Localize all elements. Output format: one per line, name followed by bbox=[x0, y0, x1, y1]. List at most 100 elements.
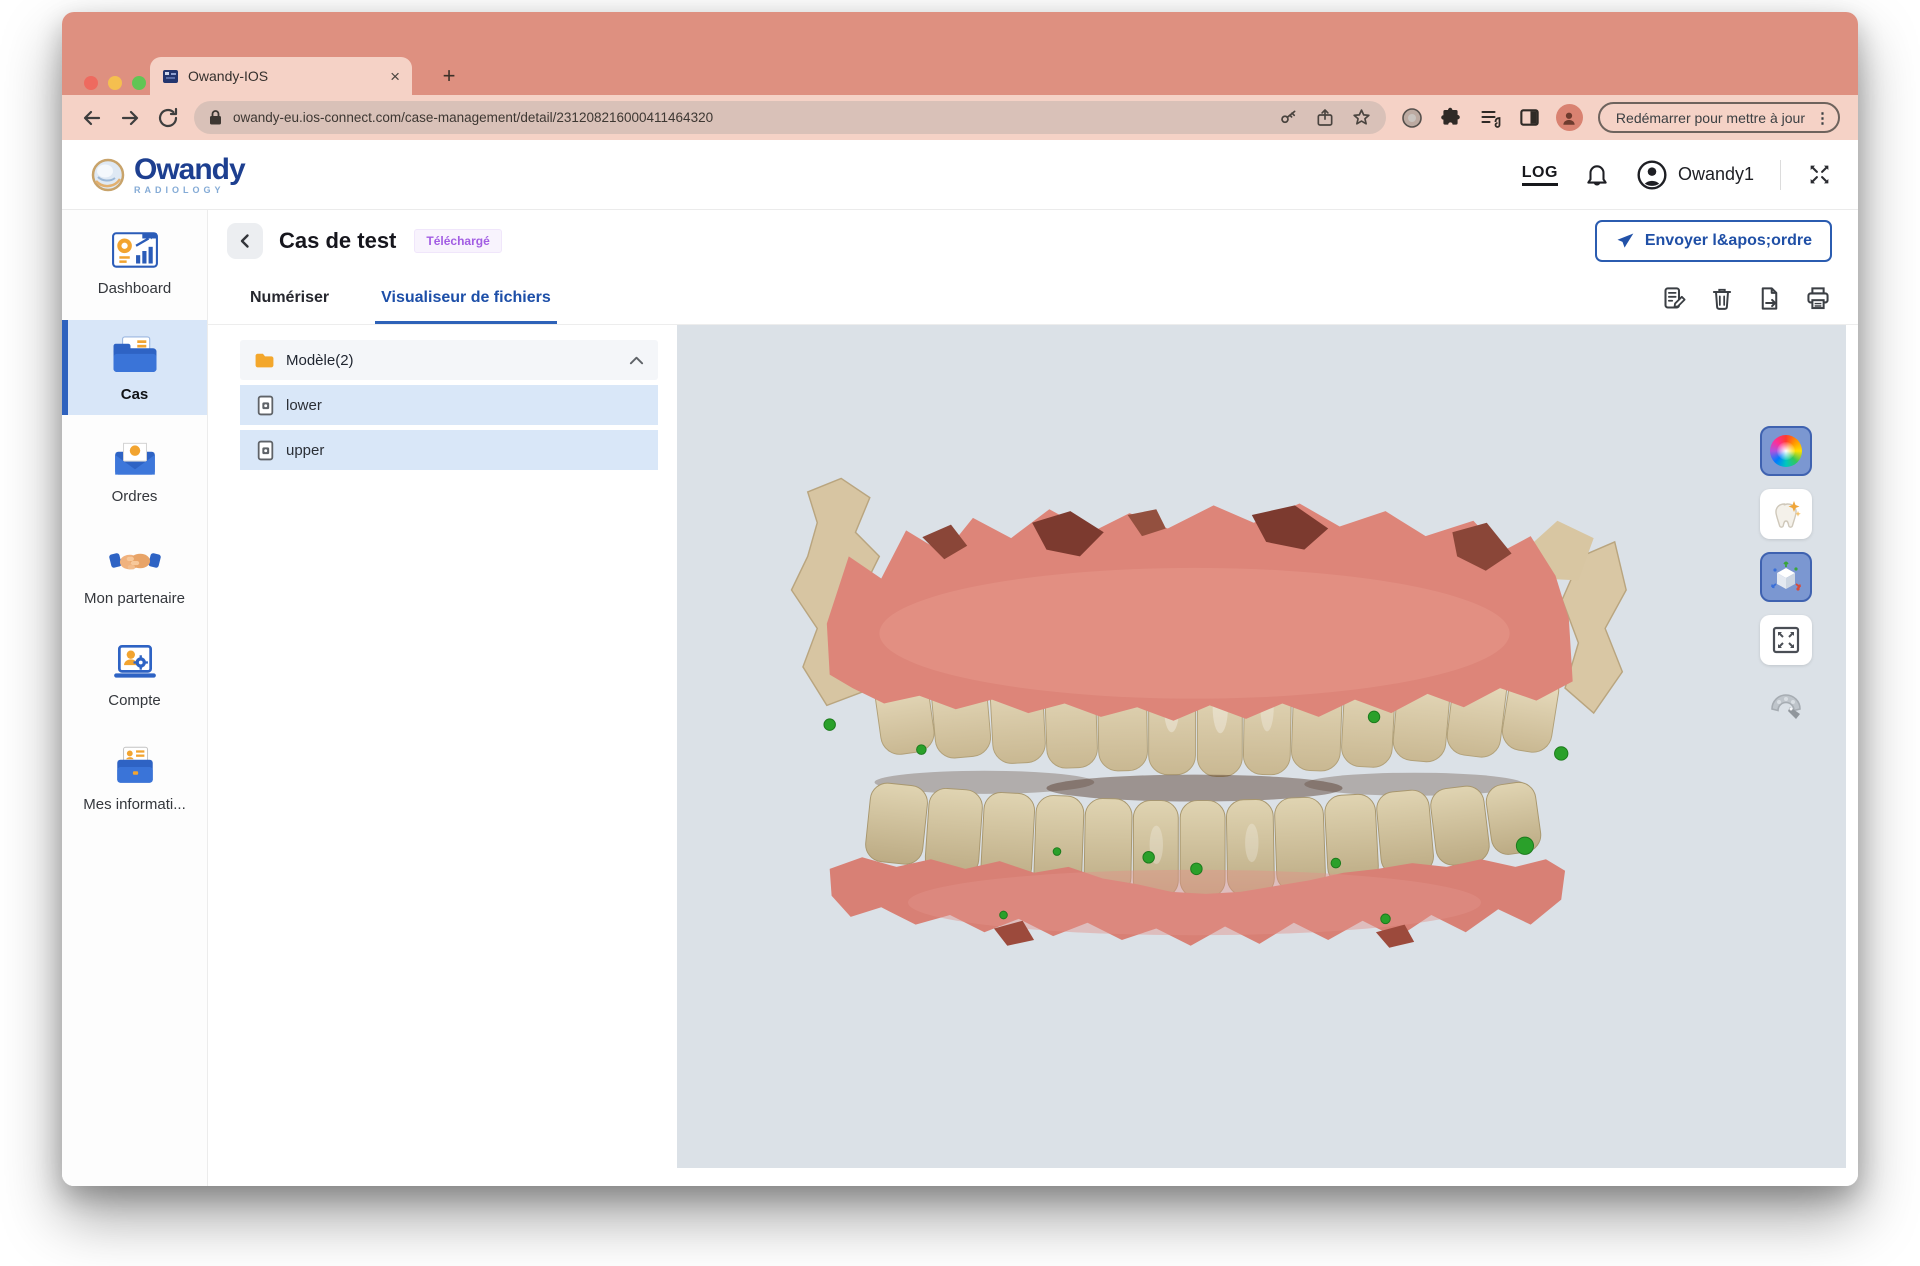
back-button[interactable] bbox=[227, 223, 263, 259]
tab-visualiseur[interactable]: Visualiseur de fichiers bbox=[381, 272, 551, 324]
arch-annotate-icon bbox=[1766, 685, 1806, 721]
lock-icon bbox=[208, 109, 223, 126]
browser-profile-avatar[interactable] bbox=[1556, 104, 1583, 131]
chevron-up-icon[interactable] bbox=[629, 355, 644, 366]
extension-badge-icon[interactable] bbox=[1400, 106, 1424, 130]
delete-trash-icon[interactable] bbox=[1709, 285, 1735, 312]
edit-document-icon[interactable] bbox=[1661, 285, 1688, 312]
app-header: Owandy RADIOLOGY LOG Owandy1 bbox=[62, 140, 1858, 210]
send-order-button[interactable]: Envoyer l&apos;ordre bbox=[1595, 220, 1832, 262]
model-polish-button[interactable] bbox=[1760, 489, 1812, 539]
orientation-cube-icon bbox=[1769, 560, 1803, 594]
owandy-logo[interactable]: Owandy RADIOLOGY bbox=[88, 155, 245, 195]
sidebar-item-label: Cas bbox=[121, 386, 149, 403]
sidebar-item-label: Dashboard bbox=[98, 280, 171, 297]
file-row-upper[interactable]: upper bbox=[240, 430, 658, 470]
tab-label: Visualiseur de fichiers bbox=[381, 289, 551, 307]
status-badge: Téléchargé bbox=[414, 229, 501, 253]
minimize-window-button[interactable] bbox=[108, 76, 122, 90]
dashboard-icon bbox=[111, 231, 159, 271]
send-order-label: Envoyer l&apos;ordre bbox=[1645, 232, 1812, 250]
notifications-bell-icon[interactable] bbox=[1584, 162, 1610, 188]
print-icon[interactable] bbox=[1804, 285, 1832, 312]
close-window-button[interactable] bbox=[84, 76, 98, 90]
orders-envelope-icon bbox=[111, 439, 159, 479]
extensions-puzzle-icon[interactable] bbox=[1439, 106, 1463, 130]
case-body: Modèle(2) lower upper bbox=[208, 325, 1858, 1186]
file-tree-panel: Modèle(2) lower upper bbox=[240, 325, 658, 1186]
browser-toolbar: owandy-eu.ios-connect.com/case-managemen… bbox=[62, 95, 1858, 140]
browser-tab[interactable]: Owandy-IOS × bbox=[150, 57, 412, 95]
partner-handshake-icon bbox=[109, 541, 161, 581]
browser-tabstrip: Owandy-IOS × + bbox=[62, 12, 1858, 95]
orientation-button[interactable] bbox=[1760, 552, 1812, 602]
account-laptop-icon bbox=[111, 643, 159, 683]
owandy-app: Owandy RADIOLOGY LOG Owandy1 bbox=[62, 140, 1858, 1186]
my-info-folder-icon bbox=[111, 745, 159, 787]
sidebar-item-ordres[interactable]: Ordres bbox=[62, 426, 207, 517]
share-icon[interactable] bbox=[1315, 107, 1335, 128]
new-tab-button[interactable]: + bbox=[434, 61, 464, 91]
user-avatar-icon bbox=[1636, 159, 1668, 191]
password-key-icon[interactable] bbox=[1278, 107, 1299, 128]
case-title-row: Cas de test Téléchargé Envoyer l&apos;or… bbox=[208, 210, 1858, 272]
zoom-window-button[interactable] bbox=[132, 76, 146, 90]
cases-folder-icon bbox=[109, 333, 161, 377]
file-name: lower bbox=[286, 397, 322, 414]
model-3d-viewer[interactable] bbox=[677, 325, 1846, 1168]
sidebar-item-label: Mon partenaire bbox=[84, 590, 185, 607]
color-wheel-icon bbox=[1770, 435, 1802, 467]
side-panel-icon[interactable] bbox=[1518, 106, 1541, 129]
owandy-globe-icon bbox=[88, 155, 128, 195]
username: Owandy1 bbox=[1678, 164, 1754, 185]
browser-update-button[interactable]: Redémarrer pour mettre à jour ⋮ bbox=[1598, 102, 1840, 133]
case-detail-content: Cas de test Téléchargé Envoyer l&apos;or… bbox=[208, 210, 1858, 1186]
model-folder-header[interactable]: Modèle(2) bbox=[240, 340, 658, 380]
dental-scan-model bbox=[717, 465, 1672, 965]
sidebar-item-compte[interactable]: Compte bbox=[62, 630, 207, 721]
model-file-icon bbox=[256, 395, 275, 416]
header-divider bbox=[1780, 160, 1781, 190]
tooth-polish-icon bbox=[1770, 498, 1802, 530]
sidebar-item-dashboard[interactable]: Dashboard bbox=[62, 218, 207, 309]
url-text: owandy-eu.ios-connect.com/case-managemen… bbox=[233, 110, 1268, 125]
bookmark-star-icon[interactable] bbox=[1351, 107, 1372, 128]
reload-icon[interactable] bbox=[156, 106, 180, 130]
sidebar-item-cas[interactable]: Cas bbox=[62, 320, 207, 415]
back-icon[interactable] bbox=[80, 106, 104, 130]
sidebar-item-label: Mes informati... bbox=[83, 796, 186, 813]
close-tab-icon[interactable]: × bbox=[390, 68, 400, 85]
case-tabs: Numériser Visualiseur de fichiers bbox=[208, 272, 1858, 325]
sidebar-item-mon-partenaire[interactable]: Mon partenaire bbox=[62, 528, 207, 619]
window-controls bbox=[84, 76, 146, 90]
file-row-lower[interactable]: lower bbox=[240, 385, 658, 425]
fullscreen-icon[interactable] bbox=[1807, 162, 1832, 187]
paper-plane-icon bbox=[1615, 231, 1635, 251]
viewer-tools bbox=[1760, 426, 1812, 728]
browser-window: Owandy-IOS × + owandy-eu.ios-connect.com… bbox=[62, 12, 1858, 1186]
logo-text: Owandy bbox=[134, 155, 245, 185]
model-folder-label: Modèle(2) bbox=[286, 352, 618, 369]
reading-list-icon[interactable] bbox=[1478, 106, 1503, 130]
case-title: Cas de test bbox=[279, 228, 396, 254]
export-file-icon[interactable] bbox=[1756, 285, 1783, 312]
fit-view-icon bbox=[1771, 625, 1801, 655]
folder-icon bbox=[254, 351, 275, 369]
url-bar[interactable]: owandy-eu.ios-connect.com/case-managemen… bbox=[194, 101, 1386, 134]
update-button-label: Redémarrer pour mettre à jour bbox=[1616, 110, 1805, 126]
chrome-menu-icon[interactable]: ⋮ bbox=[1815, 109, 1830, 127]
tab-title: Owandy-IOS bbox=[188, 68, 381, 84]
log-button[interactable]: LOG bbox=[1522, 164, 1558, 186]
margin-annotate-button[interactable] bbox=[1760, 678, 1812, 728]
tab-numeriser[interactable]: Numériser bbox=[250, 272, 329, 324]
fit-view-button[interactable] bbox=[1760, 615, 1812, 665]
sidebar-item-label: Ordres bbox=[112, 488, 158, 505]
sidebar-item-mes-informations[interactable]: Mes informati... bbox=[62, 732, 207, 825]
tab-label: Numériser bbox=[250, 289, 329, 307]
forward-icon[interactable] bbox=[118, 106, 142, 130]
user-menu[interactable]: Owandy1 bbox=[1636, 159, 1754, 191]
chevron-left-icon bbox=[237, 233, 253, 249]
profile-person-icon bbox=[1560, 109, 1578, 127]
color-texture-toggle-button[interactable] bbox=[1760, 426, 1812, 476]
favicon bbox=[162, 68, 179, 85]
